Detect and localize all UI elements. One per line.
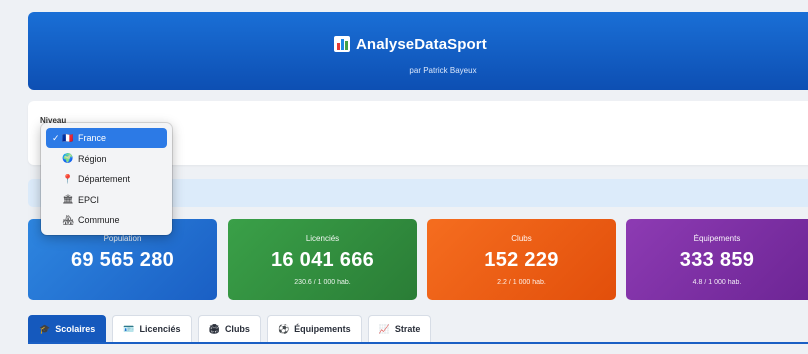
app-title-row: AnalyseDataSport xyxy=(334,34,487,54)
stadium-icon: 🏟 xyxy=(208,323,220,334)
option-label: France xyxy=(78,133,107,143)
app-subtitle: par Patrick Bayeux xyxy=(409,66,477,75)
stat-value: 16 041 666 xyxy=(270,249,375,271)
stat-card-equipements: Équipements 333 859 4.8 / 1 000 hab. xyxy=(626,219,808,300)
stat-ratio: 2.2 / 1 000 hab. xyxy=(497,279,546,286)
app-title: AnalyseDataSport xyxy=(356,35,487,53)
dropdown-option-commune[interactable]: 🏘 Commune xyxy=(46,210,167,230)
stat-card-clubs: Clubs 152 229 2.2 / 1 000 hab. xyxy=(427,219,616,300)
option-label: Commune xyxy=(78,215,120,225)
stat-value: 69 565 280 xyxy=(70,249,175,271)
pin-icon: 📍 xyxy=(62,173,74,184)
chart-up-icon: 📈 xyxy=(378,323,390,334)
tab-label: Scolaires xyxy=(55,324,96,334)
tab-equipements[interactable]: ⚽ Équipements xyxy=(266,315,362,342)
stat-label: Licenciés xyxy=(305,234,340,243)
tab-scolaires[interactable]: 🎓 Scolaires xyxy=(28,315,107,342)
france-flag-icon: 🇫🇷 xyxy=(62,132,74,143)
tab-label: Strate xyxy=(394,324,421,334)
id-card-icon: 🪪 xyxy=(123,323,135,334)
option-label: Département xyxy=(78,174,131,184)
stat-label: Population xyxy=(103,234,142,243)
app-header: AnalyseDataSport par Patrick Bayeux xyxy=(28,12,808,90)
tab-label: Équipements xyxy=(294,324,351,334)
tab-label: Clubs xyxy=(224,324,250,334)
tab-underline xyxy=(28,342,808,344)
checkmark-icon: ✓ xyxy=(52,132,60,143)
tab-licencies[interactable]: 🪪 Licenciés xyxy=(112,315,192,342)
stat-card-licencies: Licenciés 16 041 666 230.6 / 1 000 hab. xyxy=(228,219,417,300)
stat-value: 152 229 xyxy=(484,249,559,271)
bar-chart-icon xyxy=(334,36,350,52)
option-label: Région xyxy=(78,153,107,164)
level-dropdown-menu: ✓ 🇫🇷 France 🌍 Région 📍 Département 🏛 EPC… xyxy=(41,123,172,235)
option-label: EPCI xyxy=(78,194,100,205)
tab-bar: 🎓 Scolaires 🪪 Licenciés 🏟 Clubs ⚽ Équipe… xyxy=(28,315,432,343)
tab-clubs[interactable]: 🏟 Clubs xyxy=(197,315,261,342)
dropdown-option-france[interactable]: ✓ 🇫🇷 France xyxy=(46,128,167,148)
dropdown-option-departement[interactable]: 📍 Département xyxy=(46,169,167,189)
dropdown-option-region[interactable]: 🌍 Région xyxy=(46,149,167,169)
stat-value: 333 859 xyxy=(679,249,755,271)
stat-label: Clubs xyxy=(511,234,532,243)
building-icon: 🏛 xyxy=(62,194,74,204)
tab-label: Licenciés xyxy=(139,324,181,334)
houses-icon: 🏘 xyxy=(62,214,74,225)
stat-ratio: 4.8 / 1 000 hab. xyxy=(692,279,742,286)
stat-label: Équipements xyxy=(693,234,741,243)
tab-strate[interactable]: 📈 Strate xyxy=(367,315,432,342)
globe-icon: 🌍 xyxy=(62,153,74,163)
graduation-cap-icon: 🎓 xyxy=(39,323,51,334)
soccer-ball-icon: ⚽ xyxy=(277,323,290,334)
dropdown-option-epci[interactable]: 🏛 EPCI xyxy=(46,190,167,210)
stat-ratio: 230.6 / 1 000 hab. xyxy=(294,279,351,286)
